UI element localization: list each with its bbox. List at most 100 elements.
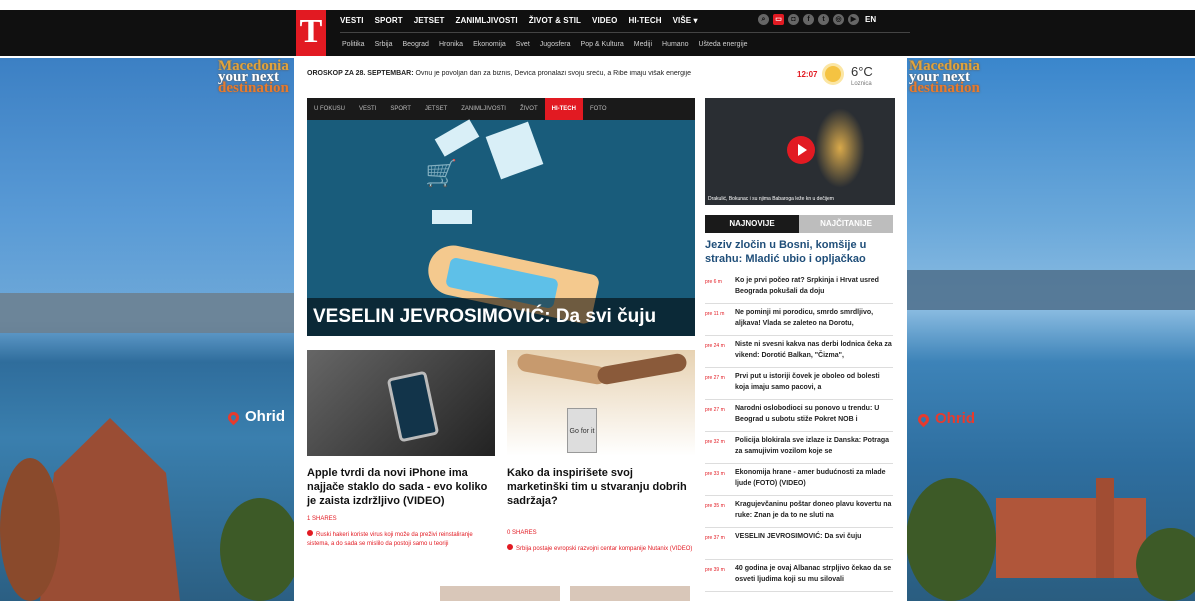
list-item[interactable]: pre 27 m Narodni oslobodioci su ponovo u … (705, 400, 893, 432)
subnav-item-usteda-energije[interactable]: Ušteda energije (699, 41, 748, 48)
ad-location-pin: Ohrid (225, 408, 285, 425)
subnav-item-jugosfera[interactable]: Jugosfera (540, 41, 571, 48)
hero-article[interactable]: U FOKUSU VESTI SPORT JETSET ZANIMLJIVOST… (307, 98, 695, 336)
location-pin-icon (915, 411, 932, 427)
article-title[interactable]: Apple tvrdi da novi iPhone ima najjače s… (307, 466, 495, 508)
tree (906, 478, 996, 601)
list-item[interactable]: pre 32 m Policija blokirala sve izlaze iz… (705, 432, 893, 464)
related-link[interactable]: Ruski hakeri koriste virus koji može da … (307, 530, 495, 549)
nav-item-vesti[interactable]: VESTI (340, 16, 364, 25)
page: Macedonia your next destination Ohrid Ma… (0, 0, 1195, 601)
item-text: Narodni oslobodioci su ponovo u trendu: … (735, 405, 880, 423)
arm-image (596, 352, 688, 386)
nav-item-sport[interactable]: SPORT (375, 16, 403, 25)
news-ticker[interactable]: OROSKOP ZA 28. SEPTEMBAR: Ovnu je povolj… (307, 70, 789, 77)
subnav-item-hronika[interactable]: Hronika (439, 41, 463, 48)
tree (220, 498, 294, 601)
camera-icon[interactable]: ◘ (788, 14, 799, 25)
item-text: 40 godina je ovaj Albanac strpljivo čeka… (735, 565, 892, 583)
weather-city: Loznica (851, 81, 872, 87)
nav-item-hi-tech[interactable]: HI-TECH (628, 16, 661, 25)
search-icon[interactable]: ⌕ (758, 14, 769, 25)
site-logo[interactable]: T (296, 10, 326, 56)
facebook-icon[interactable]: f (803, 14, 814, 25)
share-count: 0 SHARES (507, 530, 537, 536)
list-item[interactable]: pre 6 m Ko je prvi počeo rat? Srpkinja i … (705, 272, 893, 304)
tab-vesti[interactable]: VESTI (352, 98, 383, 120)
nav-item-video[interactable]: VIDEO (592, 16, 617, 25)
list-item[interactable]: pre 37 m VESELIN JEVROSIMOVIĆ: Da svi čuj… (705, 528, 893, 560)
ad-brand-line3: destination (909, 80, 980, 96)
top-headline[interactable]: Jeziv zločin u Bosni, komšije u strahu: … (705, 238, 893, 266)
weather-temperature: 6°C (851, 64, 873, 79)
tab-najcitanije[interactable]: NAJČITANIJE (799, 215, 893, 233)
social-icons: ⌕ ▭ ◘ f t ◎ ▶ EN (758, 14, 876, 25)
subnav-item-politika[interactable]: Politika (342, 41, 365, 48)
tab-sport[interactable]: SPORT (383, 98, 418, 120)
article-title[interactable]: Kako da inspirišete svoj marketinški tim… (507, 466, 695, 508)
left-ad-banner[interactable]: Macedonia your next destination Ohrid (0, 58, 294, 601)
church-image (40, 418, 180, 601)
hero-title[interactable]: VESELIN JEVROSIMOVIĆ: Da svi čuju (307, 298, 695, 336)
nav-item-vise[interactable]: VIŠE ▾ (673, 16, 698, 25)
sub-nav: Politika Srbija Beograd Hronika Ekonomij… (342, 41, 748, 48)
tab-jetset[interactable]: JETSET (418, 98, 454, 120)
bullet-icon (307, 530, 313, 536)
ticker-time: 12:07 (797, 70, 818, 79)
item-text: Prvi put u istoriji čovek je oboleo od b… (735, 373, 880, 391)
autumn-tree (0, 458, 60, 601)
card-shape (432, 210, 472, 224)
location-pin-icon (225, 409, 242, 425)
tab-foto[interactable]: FOTO (583, 98, 614, 120)
play-icon[interactable] (787, 136, 815, 164)
related-link-text: Srbija postaje evropski razvojni centar … (516, 546, 693, 552)
tv-icon[interactable]: ▭ (773, 14, 784, 25)
list-item[interactable]: pre 11 m Ne pominji mi porodicu, smrdo sm… (705, 304, 893, 336)
item-text: Kragujevčaninu poštar doneo plavu kovert… (735, 501, 892, 519)
video-player[interactable]: Drakulić, Bokunac i su njima Babaroga le… (705, 98, 895, 205)
subnav-item-svet[interactable]: Svet (516, 41, 530, 48)
item-time: pre 33 m (705, 471, 725, 477)
item-time: pre 37 m (705, 535, 725, 541)
list-item[interactable]: pre 35 m Kragujevčaninu poštar doneo plav… (705, 496, 893, 528)
right-ad-banner[interactable]: Macedonia your next destination Ohrid (906, 58, 1195, 601)
tab-zanimljivosti[interactable]: ZANIMLJIVOSTI (454, 98, 513, 120)
subnav-item-mediji[interactable]: Mediji (634, 41, 652, 48)
list-item[interactable]: pre 27 m Prvi put u istoriji čovek je obo… (705, 368, 893, 400)
shopping-cart-icon: 🛒 (425, 158, 458, 188)
language-switch[interactable]: EN (865, 14, 876, 25)
youtube-icon[interactable]: ▶ (848, 14, 859, 25)
instagram-icon[interactable]: ◎ (833, 14, 844, 25)
arm-image (516, 352, 608, 386)
item-time: pre 27 m (705, 407, 725, 413)
ticker-text: Ovnu je povoljan dan za biznis, Devica p… (413, 70, 691, 77)
nav-item-zivot-stil[interactable]: ŽIVOT & STIL (529, 16, 581, 25)
subnav-item-ekonomija[interactable]: Ekonomija (473, 41, 506, 48)
list-item[interactable]: pre 33 m Ekonomija hrane - amer budućnost… (705, 464, 893, 496)
thumbnail[interactable] (570, 586, 690, 601)
thumbnail[interactable] (440, 586, 560, 601)
ad-pin-label: Ohrid (245, 408, 285, 425)
bullet-icon (507, 544, 513, 550)
latest-news-list: pre 6 m Ko je prvi počeo rat? Srpkinja i … (705, 272, 893, 592)
article-card-iphone[interactable]: Apple tvrdi da novi iPhone ima najjače s… (307, 350, 495, 549)
related-link[interactable]: Srbija postaje evropski razvojni centar … (507, 544, 695, 554)
nav-item-jetset[interactable]: JETSET (414, 16, 445, 25)
tab-u-fokusu[interactable]: U FOKUSU (307, 98, 352, 120)
list-item[interactable]: pre 39 m 40 godina je ovaj Albanac strplj… (705, 560, 893, 592)
share-count: 1 SHARES (307, 516, 337, 522)
main-content: OROSKOP ZA 28. SEPTEMBAR: Ovnu je povolj… (295, 58, 907, 601)
subnav-item-humano[interactable]: Humano (662, 41, 688, 48)
subnav-item-pop-kultura[interactable]: Pop & Kultura (581, 41, 624, 48)
ticker-label: OROSKOP ZA 28. SEPTEMBAR: (307, 70, 414, 77)
tab-hi-tech[interactable]: HI-TECH (544, 98, 583, 120)
article-card-marketing[interactable]: Go for it Kako da inspirišete svoj marke… (507, 350, 695, 554)
subnav-item-srbija[interactable]: Srbija (375, 41, 393, 48)
tab-zivot[interactable]: ŽIVOT (513, 98, 545, 120)
nav-item-zanimljivosti[interactable]: ZANIMLJIVOSTI (456, 16, 518, 25)
tab-najnovije[interactable]: NAJNOVIJE (705, 215, 799, 233)
twitter-icon[interactable]: t (818, 14, 829, 25)
subnav-item-beograd[interactable]: Beograd (402, 41, 428, 48)
video-caption: Drakulić, Bokunac i su njima Babaroga le… (708, 196, 834, 202)
list-item[interactable]: pre 24 m Niste ni svesni kakva nas derbi … (705, 336, 893, 368)
